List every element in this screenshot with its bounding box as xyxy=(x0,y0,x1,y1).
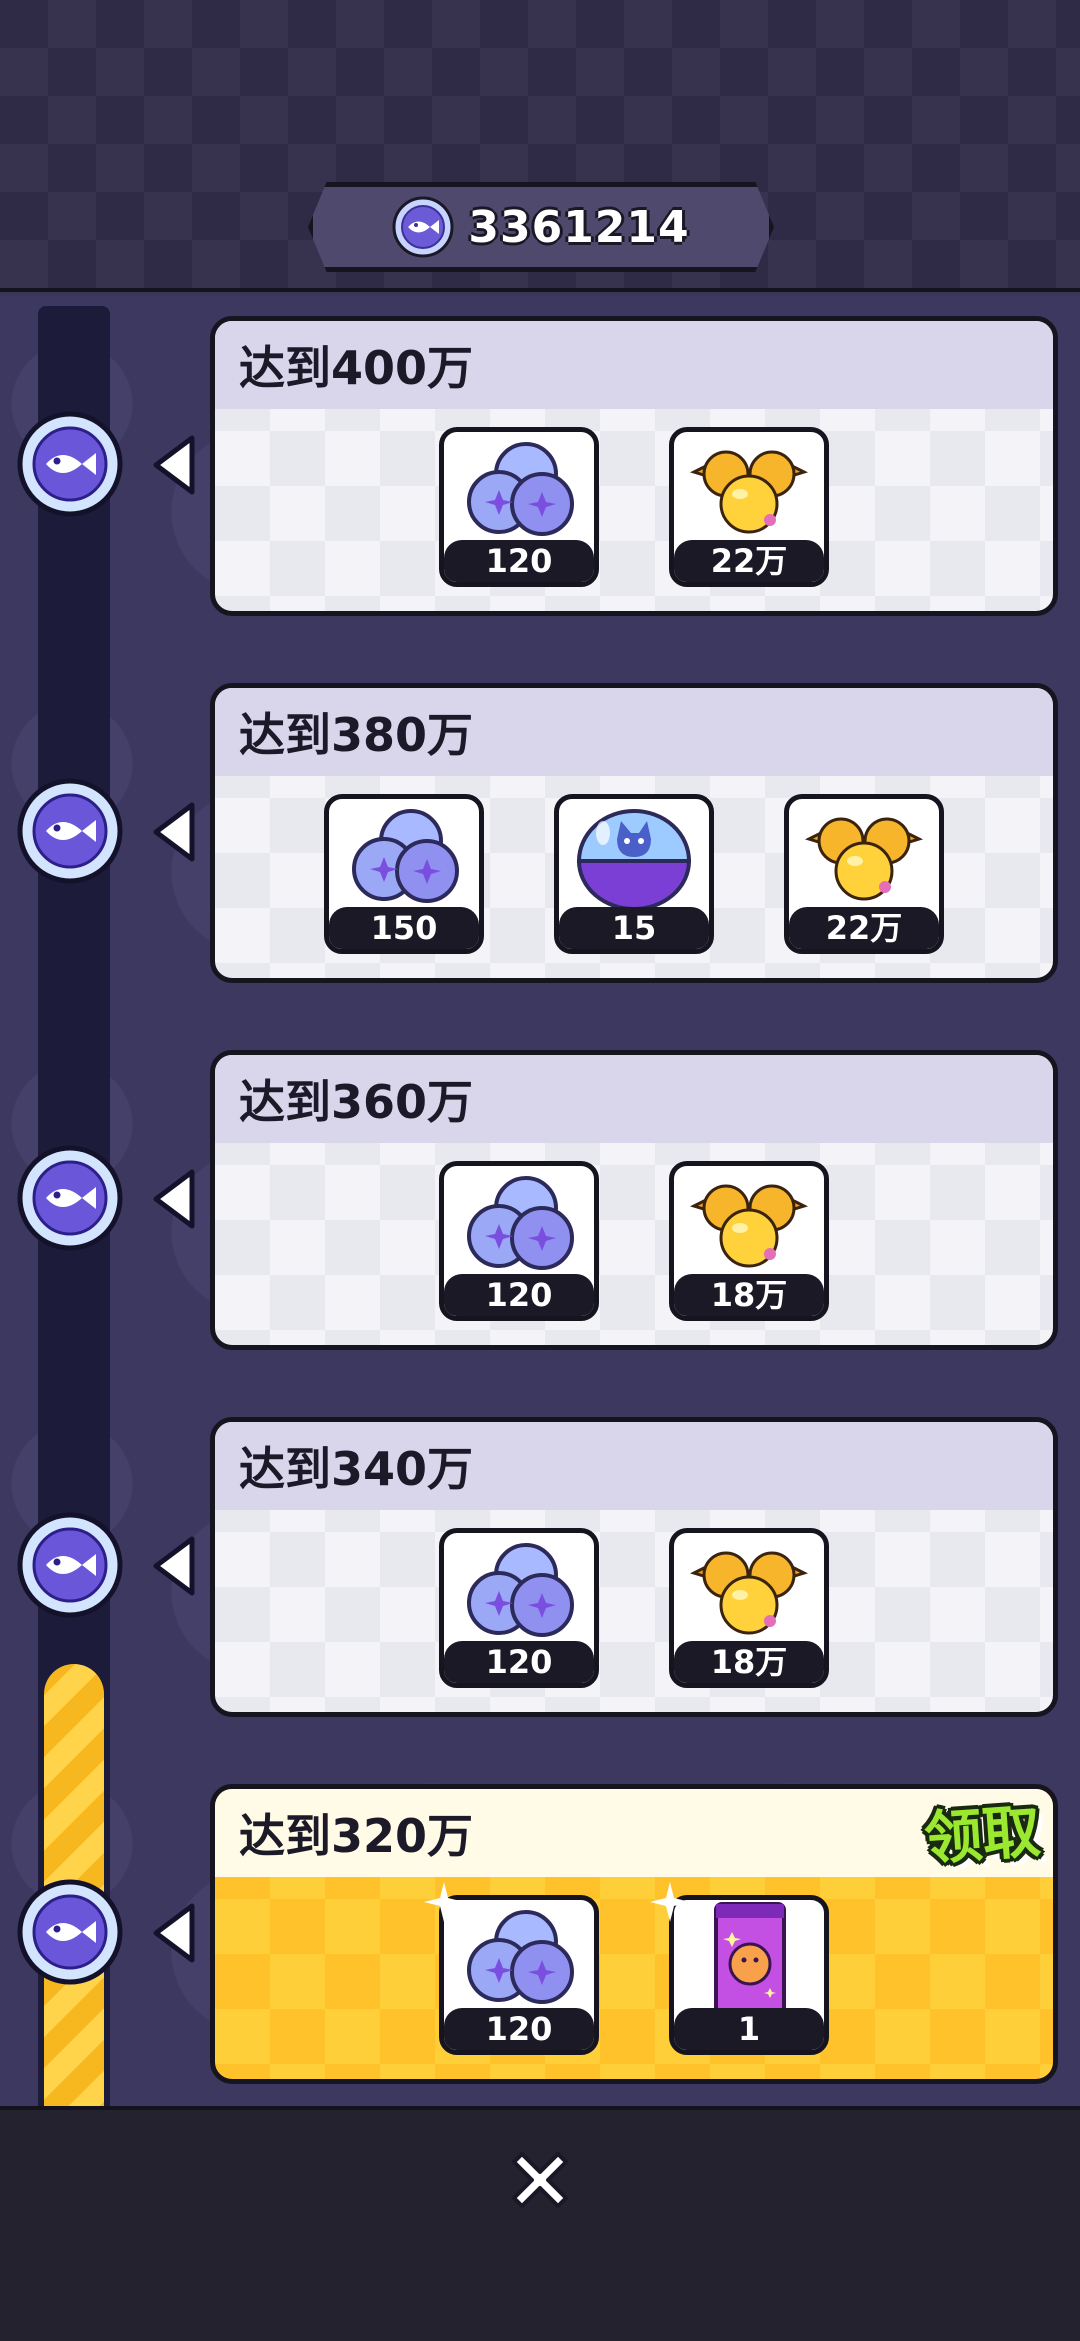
reward-item[interactable]: 22万 xyxy=(669,427,829,587)
gold-candy-icon xyxy=(689,1184,809,1268)
reward-qty: 18万 xyxy=(674,1274,824,1316)
score-display: 3361214 xyxy=(308,182,774,272)
milestone-title: 达到320万 xyxy=(239,1809,474,1863)
card-pack-icon xyxy=(714,1902,786,2016)
reward-qty: 120 xyxy=(444,540,594,582)
milestone-node-icon xyxy=(17,411,123,517)
milestone-card: 达到340万 120 18万 xyxy=(210,1417,1058,1717)
reward-item[interactable]: 120 xyxy=(439,427,599,587)
reward-item[interactable]: 1 xyxy=(669,1895,829,2055)
reward-item[interactable]: 120 xyxy=(439,1161,599,1321)
milestone-title: 达到400万 xyxy=(239,341,474,395)
pointer-arrow-icon xyxy=(153,802,195,862)
capsule-egg-icon xyxy=(576,809,692,911)
milestone-header: 达到360万 xyxy=(215,1055,1053,1143)
reward-item[interactable]: 150 xyxy=(324,794,484,954)
reward-qty: 1 xyxy=(674,2008,824,2050)
reward-item[interactable]: 18万 xyxy=(669,1528,829,1688)
reward-item[interactable]: 15 xyxy=(554,794,714,954)
milestone-title: 达到380万 xyxy=(239,708,474,762)
reward-item[interactable]: 18万 xyxy=(669,1161,829,1321)
sparkle-icon xyxy=(424,1882,464,1922)
pointer-arrow-icon xyxy=(153,435,195,495)
gem-orbs-icon xyxy=(352,809,459,903)
reward-row: 120 18万 xyxy=(215,1528,1053,1688)
milestone-title: 达到340万 xyxy=(239,1442,474,1496)
gem-orbs-icon xyxy=(467,1910,574,2004)
reward-qty: 18万 xyxy=(674,1641,824,1683)
reward-qty: 22万 xyxy=(789,907,939,949)
gem-orbs-icon xyxy=(467,1176,574,1270)
header-area: 3361214 xyxy=(0,0,1080,292)
milestone-header: 达到380万 xyxy=(215,688,1053,776)
milestone-header: 达到340万 xyxy=(215,1422,1053,1510)
pointer-arrow-icon xyxy=(153,1903,195,1963)
reward-qty: 120 xyxy=(444,1641,594,1683)
milestone-node-icon xyxy=(17,1145,123,1251)
reward-qty: 15 xyxy=(559,907,709,949)
reward-qty: 150 xyxy=(329,907,479,949)
reward-qty: 120 xyxy=(444,1274,594,1316)
gold-candy-icon xyxy=(804,817,924,901)
pointer-arrow-icon xyxy=(153,1536,195,1596)
score-value: 3361214 xyxy=(468,201,690,253)
gem-orbs-icon xyxy=(467,1543,574,1637)
reward-row: 120 1 xyxy=(215,1895,1053,2055)
milestone-node-icon xyxy=(17,1879,123,1985)
reward-item[interactable]: 22万 xyxy=(784,794,944,954)
close-icon[interactable] xyxy=(500,2140,580,2220)
gold-candy-icon xyxy=(689,450,809,534)
reward-row: 150 15 22万 xyxy=(215,794,1053,954)
pointer-arrow-icon xyxy=(153,1169,195,1229)
milestone-card: 达到360万 120 18万 xyxy=(210,1050,1058,1350)
milestone-node-icon xyxy=(17,778,123,884)
sparkle-icon xyxy=(650,1882,690,1922)
reward-row: 120 18万 xyxy=(215,1161,1053,1321)
reward-item[interactable]: 120 xyxy=(439,1528,599,1688)
reward-qty: 120 xyxy=(444,2008,594,2050)
fish-coin-icon xyxy=(392,196,454,258)
claim-button[interactable]: 领取 xyxy=(892,1770,1071,1890)
reward-row: 120 22万 xyxy=(215,427,1053,587)
milestone-card: 达到400万 120 22万 xyxy=(210,316,1058,616)
milestone-card: 达到380万 150 15 22万 xyxy=(210,683,1058,983)
milestone-header: 达到400万 xyxy=(215,321,1053,409)
gem-orbs-icon xyxy=(467,442,574,536)
milestone-node-icon xyxy=(17,1512,123,1618)
gold-candy-icon xyxy=(689,1551,809,1635)
milestone-title: 达到360万 xyxy=(239,1075,474,1129)
reward-qty: 22万 xyxy=(674,540,824,582)
